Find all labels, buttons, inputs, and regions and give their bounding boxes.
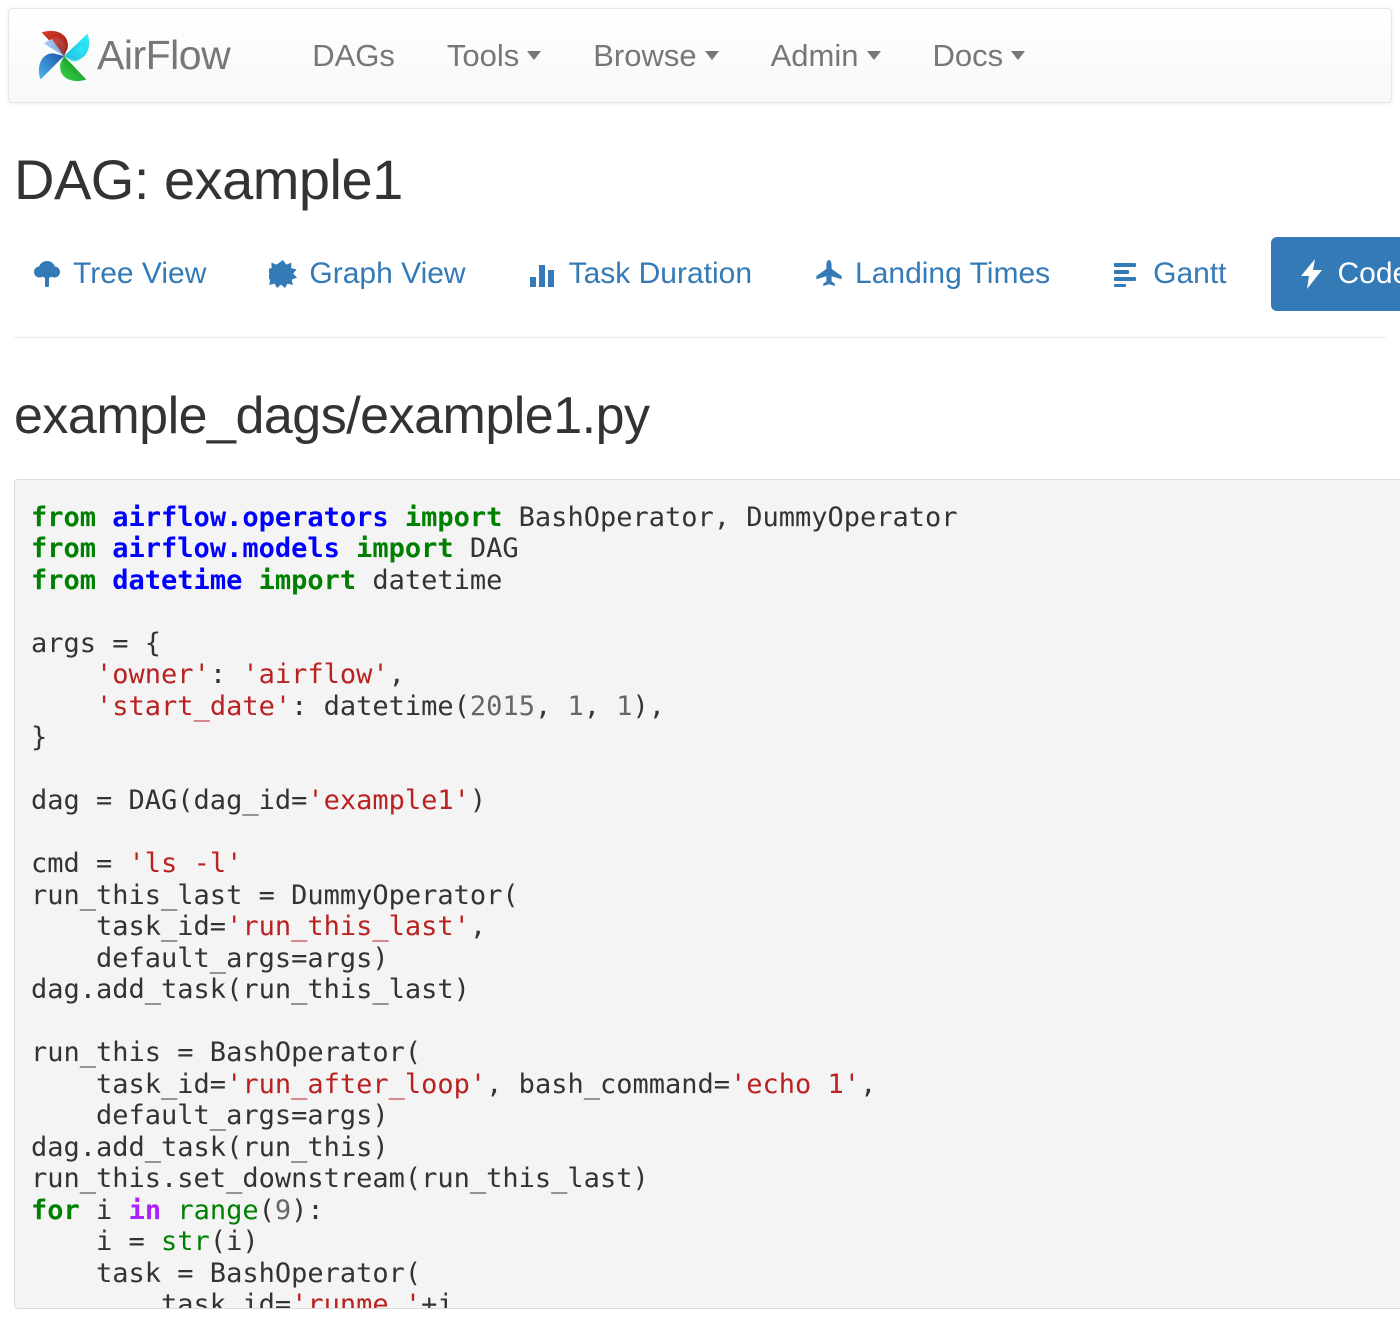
tab-landing-times[interactable]: Landing Times [796, 243, 1068, 305]
source-code-block: from airflow.operators import BashOperat… [14, 479, 1400, 1309]
chevron-down-icon [527, 51, 541, 60]
code-block-wrapper: from airflow.operators import BashOperat… [14, 479, 1400, 1309]
tab-label-code: Code [1338, 257, 1400, 291]
nav-label-tools: Tools [447, 8, 519, 103]
tab-label-landing-times: Landing Times [855, 257, 1050, 291]
nav-label-browse: Browse [593, 8, 696, 103]
nav-item-tools: Tools [421, 8, 567, 103]
chevron-down-icon [1011, 51, 1025, 60]
tab-graph-view[interactable]: Graph View [250, 243, 483, 305]
nav-item-dags: DAGs [286, 8, 421, 103]
brand-link[interactable]: AirFlow [33, 8, 240, 103]
tab-label-tree-view: Tree View [73, 257, 206, 291]
main-container: DAG: example1 Tree View Graph View [0, 149, 1400, 1309]
nav-label-docs: Docs [933, 8, 1004, 103]
main-navbar: AirFlow DAGs Tools Browse Admin [8, 8, 1392, 103]
chevron-down-icon [705, 51, 719, 60]
nav-item-browse: Browse [567, 8, 744, 103]
nav-item-docs: Docs [907, 8, 1052, 103]
nav-link-dags[interactable]: DAGs [286, 8, 421, 103]
lightning-icon [1297, 259, 1327, 289]
tab-label-gantt: Gantt [1153, 257, 1226, 291]
nav-link-browse[interactable]: Browse [567, 8, 744, 103]
nav-label-dags: DAGs [312, 8, 395, 103]
brand-label: AirFlow [97, 35, 230, 76]
plane-icon [814, 259, 844, 289]
tree-icon [32, 259, 62, 289]
navbar-menu: DAGs Tools Browse Admin Docs [240, 8, 1051, 103]
tab-code[interactable]: Code [1271, 237, 1400, 311]
nav-label-admin: Admin [771, 8, 859, 103]
file-path-title: example_dags/example1.py [14, 388, 1386, 445]
align-left-icon [1112, 259, 1142, 289]
dag-view-tabs: Tree View Graph View Task Duration [14, 237, 1386, 338]
chevron-down-icon [867, 51, 881, 60]
bar-chart-icon [528, 259, 558, 289]
nav-link-admin[interactable]: Admin [745, 8, 907, 103]
tab-tree-view[interactable]: Tree View [14, 243, 224, 305]
starburst-icon [268, 259, 298, 289]
airflow-pinwheel-logo-icon [33, 25, 95, 87]
tab-label-graph-view: Graph View [309, 257, 465, 291]
nav-item-admin: Admin [745, 8, 907, 103]
nav-link-docs[interactable]: Docs [907, 8, 1052, 103]
tab-gantt[interactable]: Gantt [1094, 243, 1244, 305]
nav-link-tools[interactable]: Tools [421, 8, 567, 103]
tab-task-duration[interactable]: Task Duration [510, 243, 770, 305]
tab-label-task-duration: Task Duration [569, 257, 752, 291]
page-title: DAG: example1 [14, 149, 1386, 211]
